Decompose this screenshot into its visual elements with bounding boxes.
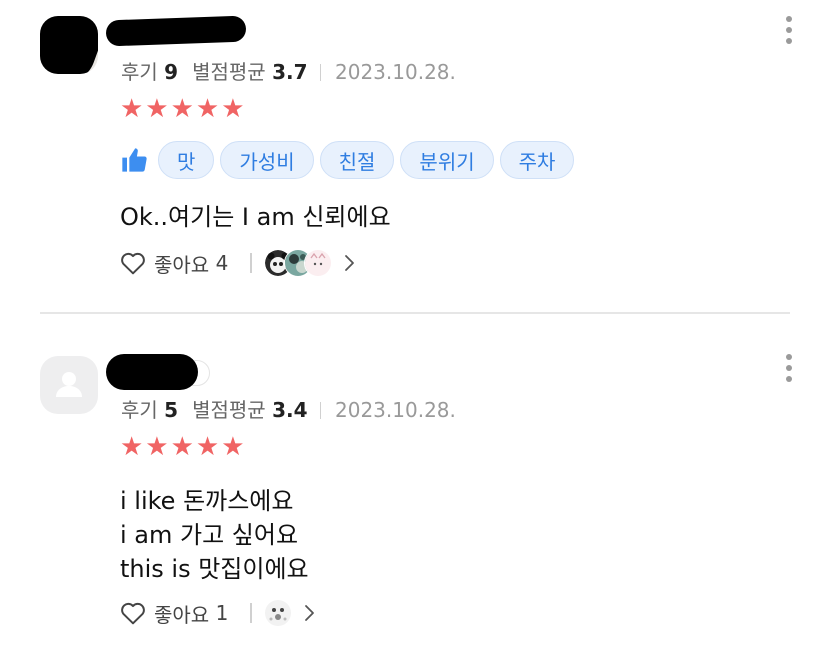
like-label[interactable]: 좋아요: [154, 599, 209, 628]
heart-outline-icon[interactable]: [120, 601, 146, 625]
more-vertical-icon[interactable]: [786, 16, 794, 49]
liker-avatar[interactable]: [303, 249, 332, 277]
redacted-username: [105, 15, 247, 47]
reviewer-meta: 후기 9 별점평균 3.7 2023.10.28.: [121, 56, 456, 85]
review-count: 9: [164, 60, 179, 84]
review-count-label: 후기: [121, 398, 158, 422]
liker-avatar[interactable]: [263, 599, 292, 627]
review-count: 5: [164, 398, 179, 422]
review-text-line: Ok..여기는 I am 신뢰에요: [120, 203, 391, 231]
chevron-right-icon[interactable]: [342, 253, 356, 273]
avatar[interactable]: [40, 356, 98, 414]
review-text: Ok..여기는 I am 신뢰에요: [120, 200, 391, 234]
avg-rating-value: 3.4: [272, 398, 308, 422]
like-row: 좋아요 1: [120, 598, 316, 628]
review-count-label: 후기: [121, 60, 158, 84]
like-label[interactable]: 좋아요: [154, 249, 209, 278]
like-count: 1: [215, 601, 229, 625]
meta-divider: [319, 402, 321, 419]
review-text: i like 돈까스에요 i am 가고 싶어요 this is 맛집이에요: [120, 484, 309, 586]
tag-parking[interactable]: 주차: [499, 141, 575, 179]
meta-divider: [319, 64, 321, 81]
review-divider: [40, 312, 790, 314]
review-date: 2023.10.28.: [335, 398, 456, 422]
like-count: 4: [215, 251, 229, 275]
likes-divider: [250, 603, 252, 623]
review-text-line: i like 돈까스에요: [120, 487, 294, 515]
heart-outline-icon[interactable]: [120, 251, 146, 275]
review-text-line: this is 맛집이에요: [120, 555, 309, 583]
avg-rating-value: 3.7: [272, 60, 308, 84]
tag-kindness[interactable]: 친절: [319, 141, 395, 179]
more-vertical-icon[interactable]: [786, 354, 794, 387]
like-row: 좋아요 4: [120, 248, 356, 278]
tag-list: 맛 가성비 친절 분위기 주차: [120, 140, 580, 180]
tag-value[interactable]: 가성비: [220, 141, 314, 179]
avatar[interactable]: [40, 16, 98, 74]
avg-rating-label: 별점평균: [192, 60, 266, 84]
review-card: 후기 5 별점평균 3.4 2023.10.28. ★★★★★ i like 돈까스…: [0, 316, 828, 660]
star-rating: ★★★★★: [120, 94, 247, 124]
person-icon: [56, 372, 82, 397]
star-rating: ★★★★★: [120, 432, 247, 462]
tag-taste[interactable]: 맛: [158, 141, 215, 179]
tag-atmosphere[interactable]: 분위기: [400, 141, 494, 179]
review-card: 후기 9 별점평균 3.7 2023.10.28. ★★★★★ 맛 가성비 친절 분…: [0, 0, 828, 312]
likes-divider: [250, 253, 252, 273]
review-text-line: i am 가고 싶어요: [120, 521, 299, 549]
chevron-right-icon[interactable]: [302, 603, 316, 623]
redacted-username: [106, 354, 198, 390]
review-date: 2023.10.28.: [335, 60, 456, 84]
avg-rating-label: 별점평균: [192, 398, 266, 422]
reviewer-meta: 후기 5 별점평균 3.4 2023.10.28.: [121, 394, 456, 423]
thumbs-up-icon: [122, 148, 147, 172]
